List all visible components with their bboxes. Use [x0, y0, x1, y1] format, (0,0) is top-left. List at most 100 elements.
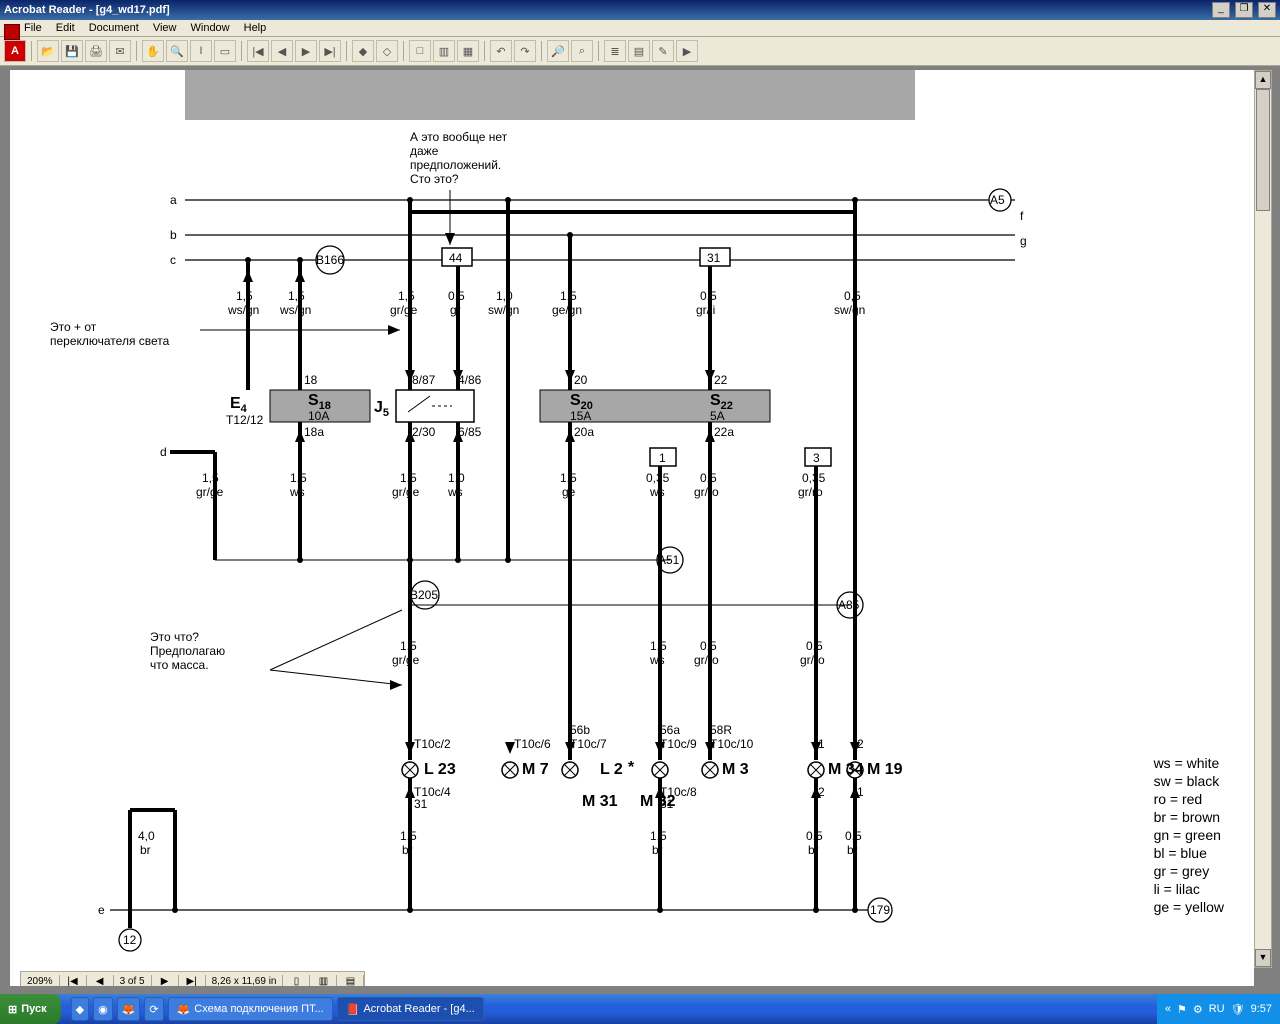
svg-text:4,0: 4,0: [138, 829, 155, 843]
document-icon: [4, 24, 20, 40]
svg-text:ws: ws: [447, 485, 463, 499]
tray-icon[interactable]: ⚙: [1193, 1003, 1203, 1016]
tray-clock[interactable]: 9:57: [1251, 1003, 1272, 1015]
vertical-scrollbar[interactable]: ▲ ▼: [1254, 70, 1272, 968]
svg-text:1,5: 1,5: [398, 289, 415, 303]
start-button[interactable]: ⊞ Пуск: [0, 994, 61, 1024]
svg-text:18a: 18a: [304, 425, 324, 439]
select-graphic-button[interactable]: ▭: [214, 40, 236, 62]
quicklaunch-icon[interactable]: ⟳: [144, 997, 163, 1021]
svg-text:15A: 15A: [570, 409, 591, 423]
next-view-button[interactable]: ◇: [376, 40, 398, 62]
svg-text:20: 20: [574, 373, 588, 387]
svg-text:44: 44: [449, 251, 463, 265]
menu-file[interactable]: File: [24, 22, 42, 34]
svg-text:L 2: L 2: [600, 761, 623, 778]
svg-text:1,5: 1,5: [290, 471, 307, 485]
taskbar-task-acrobat[interactable]: 📕 Acrobat Reader - [g4...: [337, 997, 484, 1021]
select-text-button[interactable]: I: [190, 40, 212, 62]
window-buttons: _ ❐ ✕: [1210, 2, 1276, 18]
svg-text:gr/ge: gr/ge: [390, 303, 418, 317]
title-bar: Acrobat Reader - [g4_wd17.pdf] _ ❐ ✕: [0, 0, 1280, 20]
open-button[interactable]: 📂: [37, 40, 59, 62]
show-thumbnails-button[interactable]: ▤: [628, 40, 650, 62]
print-button[interactable]: 🖨: [85, 40, 107, 62]
svg-text:gr/li: gr/li: [696, 303, 715, 317]
quicklaunch-icon[interactable]: ◆: [71, 997, 89, 1021]
svg-text:T10c/9: T10c/9: [660, 737, 697, 751]
tray-expand-icon[interactable]: «: [1165, 1003, 1171, 1015]
last-page-button[interactable]: ▶|: [319, 40, 341, 62]
pager-next[interactable]: ▶: [152, 975, 179, 987]
page-navigator: 209% |◀ ◀ 3 of 5 ▶ ▶| 8,26 x 11,69 in ▯ …: [20, 971, 365, 986]
actual-size-button[interactable]: ▦: [457, 40, 479, 62]
tray-icon[interactable]: ⚑: [1177, 1003, 1187, 1016]
svg-text:8/87: 8/87: [412, 373, 436, 387]
find-button[interactable]: 🔎: [547, 40, 569, 62]
svg-text:M 31: M 31: [582, 793, 618, 810]
minimize-button[interactable]: _: [1212, 2, 1230, 18]
more-button[interactable]: ▶: [676, 40, 698, 62]
rotate-ccw-button[interactable]: ↶: [490, 40, 512, 62]
first-page-button[interactable]: |◀: [247, 40, 269, 62]
acrobat-icon: 📕: [346, 1003, 360, 1016]
svg-text:0,5: 0,5: [448, 289, 465, 303]
prev-page-button[interactable]: ◀: [271, 40, 293, 62]
pager-last[interactable]: ▶|: [179, 975, 206, 987]
menu-edit[interactable]: Edit: [56, 22, 75, 34]
maximize-button[interactable]: ❐: [1235, 2, 1253, 18]
svg-text:12: 12: [123, 933, 137, 947]
document-viewport[interactable]: А это вообще нет даже предположений. Сто…: [0, 66, 1280, 996]
svg-text:5A: 5A: [710, 409, 725, 423]
svg-text:0,5: 0,5: [806, 639, 823, 653]
quicklaunch-icon[interactable]: ◉: [93, 997, 113, 1021]
adobe-logo-icon: A: [4, 40, 26, 62]
scroll-up-button[interactable]: ▲: [1255, 71, 1271, 89]
pager-prev[interactable]: ◀: [87, 975, 114, 987]
pager-layout2[interactable]: ▥: [310, 975, 337, 987]
svg-text:1,5: 1,5: [400, 639, 417, 653]
svg-text:0,35: 0,35: [802, 471, 826, 485]
show-bookmarks-button[interactable]: ≣: [604, 40, 626, 62]
search-button[interactable]: ⌕: [571, 40, 593, 62]
next-page-button[interactable]: ▶: [295, 40, 317, 62]
fit-width-button[interactable]: ▥: [433, 40, 455, 62]
svg-text:sw/gn: sw/gn: [834, 303, 865, 317]
fit-page-button[interactable]: □: [409, 40, 431, 62]
window-title: Acrobat Reader - [g4_wd17.pdf]: [4, 4, 170, 16]
pager-first[interactable]: |◀: [60, 975, 87, 987]
pager-layout1[interactable]: ▯: [283, 975, 310, 987]
svg-text:4/86: 4/86: [458, 373, 482, 387]
svg-text:T10c/10: T10c/10: [710, 737, 754, 751]
scroll-thumb[interactable]: [1256, 89, 1270, 211]
menu-document[interactable]: Document: [89, 22, 139, 34]
sign-button[interactable]: ✎: [652, 40, 674, 62]
rotate-cw-button[interactable]: ↷: [514, 40, 536, 62]
menu-view[interactable]: View: [153, 22, 177, 34]
page-indicator[interactable]: 3 of 5: [114, 975, 152, 987]
svg-text:b: b: [170, 228, 177, 242]
svg-text:E4: E4: [230, 395, 248, 415]
menu-window[interactable]: Window: [191, 22, 230, 34]
svg-text:ws: ws: [649, 653, 665, 667]
svg-text:e: e: [98, 903, 105, 917]
taskbar-task-browser[interactable]: 🦊 Схема подключения ПТ...: [168, 997, 333, 1021]
svg-text:gr/ro: gr/ro: [798, 485, 823, 499]
hand-tool-button[interactable]: ✋: [142, 40, 164, 62]
quicklaunch-icon[interactable]: 🦊: [117, 997, 141, 1021]
pager-layout3[interactable]: ▤: [337, 975, 364, 987]
svg-text:A5: A5: [990, 193, 1005, 207]
menu-help[interactable]: Help: [244, 22, 267, 34]
zoom-tool-button[interactable]: 🔍: [166, 40, 188, 62]
prev-view-button[interactable]: ◆: [352, 40, 374, 62]
save-button[interactable]: 💾: [61, 40, 83, 62]
svg-text:0,5: 0,5: [700, 289, 717, 303]
svg-text:0,5: 0,5: [700, 639, 717, 653]
mail-button[interactable]: ✉: [109, 40, 131, 62]
close-button[interactable]: ✕: [1258, 2, 1276, 18]
scroll-down-button[interactable]: ▼: [1255, 949, 1271, 967]
tray-language[interactable]: RU: [1209, 1003, 1225, 1015]
zoom-level[interactable]: 209%: [21, 975, 60, 987]
svg-text:31: 31: [660, 797, 674, 811]
tray-icon[interactable]: 🛡: [1231, 1003, 1245, 1016]
